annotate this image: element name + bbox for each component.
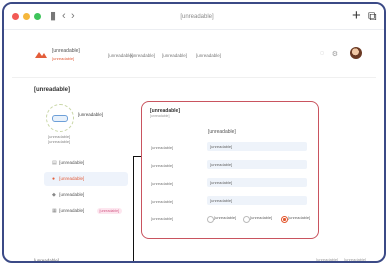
radio-option-3[interactable]: [unreadable] [281,214,310,223]
sidebar-item-label: [unreadable] [59,176,85,181]
field-input-1[interactable]: [unreadable] [207,142,307,151]
form-panel: [unreadable] [unreadable] [unreadable] [… [141,101,319,239]
sidebar: ▤ [unreadable] ● [unreadable] ◆ [unreada… [44,156,128,220]
radio-option-1[interactable]: [unreadable] [207,214,236,223]
profile-card: [unreadable] [unreadable] [unreadable] [44,104,132,148]
close-window-button[interactable] [12,13,19,20]
tab-overview-icon[interactable]: ⧉ [368,8,377,24]
form-heading: [unreadable] [208,129,236,135]
sidebar-item-1[interactable]: ▤ [unreadable] [44,156,128,170]
footer-link-1[interactable]: [unreadable] [316,257,338,261]
maximize-window-button[interactable] [34,13,41,20]
browser-window: ▮ ‹ › [unreadable] + ⧉ [unreadable] [unr… [2,2,386,263]
grid-icon: ▦ [52,208,57,214]
nav-link-4[interactable]: [unreadable] [196,53,221,59]
field-input-2[interactable]: [unreadable] [207,160,307,169]
field-input-3[interactable]: [unreadable] [207,178,307,187]
company-name: [unreadable] [78,112,104,117]
field-label-1: [unreadable] [151,145,174,150]
footer-text: [unreadable] [34,258,60,263]
sidebar-toggle-icon[interactable]: ▮ [50,9,56,23]
sidebar-item-3[interactable]: ◆ [unreadable] [44,188,128,202]
page-title: [unreadable] [34,87,71,93]
sidebar-item-2[interactable]: ● [unreadable] [44,172,128,186]
field-label-2: [unreadable] [151,163,174,168]
callout-connector-horizontal [133,156,141,157]
radio-option-2[interactable]: [unreadable] [243,214,272,223]
radio-group: [unreadable] [unreadable] [unreadable] [207,214,317,223]
address-bar[interactable]: [unreadable] [122,10,272,24]
footer-link-2[interactable]: [unreadable] [344,257,366,261]
sidebar-item-4[interactable]: ▦ [unreadable] [unreadable] [44,204,128,218]
profile-meta: [unreadable] [unreadable] [48,134,70,144]
brand-logo-icon[interactable] [34,50,48,60]
radio-group-label: [unreadable] [151,216,174,221]
sidebar-item-label: [unreadable] [59,208,85,213]
forward-arrow-icon[interactable]: › [71,9,75,23]
sidebar-badge: [unreadable] [96,208,122,214]
sidebar-item-label: [unreadable] [59,160,85,165]
brand-subtitle: [unreadable] [52,56,75,61]
company-logo[interactable] [46,104,74,132]
window-titlebar: ▮ ‹ › [unreadable] + ⧉ [4,4,384,30]
user-avatar[interactable] [350,47,362,59]
brand-name: [unreadable] [52,48,80,54]
document-icon: ▤ [52,160,57,166]
profile-meta-line-2: [unreadable] [48,139,71,144]
nav-link-3[interactable]: [unreadable] [162,53,187,59]
field-input-4[interactable]: [unreadable] [207,196,307,205]
minimize-window-button[interactable] [23,13,30,20]
back-arrow-icon[interactable]: ‹ [62,9,66,23]
settings-icon[interactable]: ⚙ [332,50,338,58]
notification-icon[interactable]: ◌ [320,50,324,57]
sidebar-item-label: [unreadable] [59,192,85,197]
company-logo-mark [52,115,68,122]
field-label-4: [unreadable] [151,199,174,204]
app-header: [unreadable] [unreadable] [unreadable] [… [12,34,376,78]
callout-connector-vertical [133,156,134,261]
new-tab-button[interactable]: + [352,8,361,24]
panel-subtitle: [unreadable] [150,114,170,118]
nav-link-2[interactable]: [unreadable] [130,53,155,59]
user-icon: ● [52,176,56,182]
field-label-3: [unreadable] [151,181,174,186]
chart-icon: ◆ [52,192,56,198]
